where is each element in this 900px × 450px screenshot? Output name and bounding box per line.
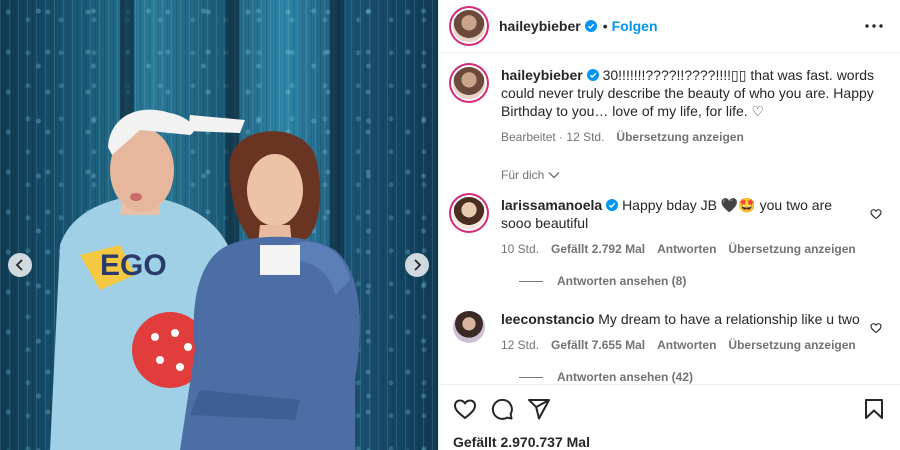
post-header: haileybieber • Folgen <box>439 0 900 53</box>
chevron-left-icon <box>15 259 23 271</box>
view-replies-label: Antworten ansehen (42) <box>557 370 694 384</box>
verified-icon <box>606 199 619 211</box>
media-prev-button[interactable] <box>8 253 32 277</box>
view-replies-button[interactable]: Antworten ansehen (8) <box>519 274 884 288</box>
comment-item: leeconstancio My dream to have a relatio… <box>453 310 884 354</box>
author-username[interactable]: haileybieber <box>499 18 581 34</box>
comments-section[interactable]: haileybieber 30!!!!!!!????!!????!!!!▯▯ t… <box>439 54 900 384</box>
comment-sort-dropdown[interactable]: Für dich <box>501 168 884 182</box>
author-avatar[interactable] <box>453 67 485 99</box>
chevron-right-icon <box>414 259 422 271</box>
bookmark-icon[interactable] <box>862 397 886 421</box>
like-heart-icon[interactable] <box>453 397 477 421</box>
post-media[interactable]: EGO <box>0 0 438 450</box>
comment-time[interactable]: 12 Std. <box>501 336 539 354</box>
comment-likes[interactable]: Gefällt 7.655 Mal <box>551 336 645 354</box>
chevron-down-icon <box>548 172 560 179</box>
photo-person-woman <box>180 131 360 450</box>
verified-icon <box>584 20 597 32</box>
caption-time[interactable]: 12 Std. <box>566 130 604 144</box>
caption-username[interactable]: haileybieber <box>501 67 583 83</box>
comment-like-icon[interactable] <box>870 322 882 334</box>
more-options-button[interactable] <box>862 14 886 38</box>
post-actions: Gefällt 2.970.737 Mal <box>439 384 900 450</box>
comment-time[interactable]: 10 Std. <box>501 240 539 258</box>
post-details-panel: haileybieber • Folgen haileybieber 30!!!… <box>438 0 900 450</box>
comment-text: My dream to have a relationship like u t… <box>598 311 860 327</box>
comment-icon[interactable] <box>490 397 514 421</box>
caption-meta-separator: · <box>559 130 564 144</box>
replies-divider <box>519 376 543 378</box>
comment-reply-button[interactable]: Antworten <box>657 336 716 354</box>
media-next-button[interactable] <box>405 253 429 277</box>
replies-divider <box>519 280 543 282</box>
comment-translate-link[interactable]: Übersetzung anzeigen <box>728 240 855 258</box>
header-separator: • <box>602 18 608 34</box>
caption: haileybieber 30!!!!!!!????!!????!!!!▯▯ t… <box>453 66 884 146</box>
share-icon[interactable] <box>527 397 551 421</box>
more-icon <box>865 24 883 28</box>
commenter-avatar[interactable] <box>453 197 485 229</box>
comment-username[interactable]: leeconstancio <box>501 311 594 327</box>
comment-reply-button[interactable]: Antworten <box>657 240 716 258</box>
comment-sort-label: Für dich <box>501 168 545 182</box>
caption-translate-link[interactable]: Übersetzung anzeigen <box>616 128 743 146</box>
comment-likes[interactable]: Gefällt 2.792 Mal <box>551 240 645 258</box>
post-likes-count[interactable]: Gefällt 2.970.737 Mal <box>453 434 886 450</box>
follow-button[interactable]: Folgen <box>612 18 658 34</box>
comment-username[interactable]: larissamanoela <box>501 197 602 213</box>
view-replies-button[interactable]: Antworten ansehen (42) <box>519 370 884 384</box>
comment-item: larissamanoela Happy bday JB 🖤🤩 you two … <box>453 196 884 258</box>
verified-icon <box>586 69 599 81</box>
comment-translate-link[interactable]: Übersetzung anzeigen <box>728 336 855 354</box>
commenter-avatar[interactable] <box>453 311 485 343</box>
view-replies-label: Antworten ansehen (8) <box>557 274 687 288</box>
caption-edited: Bearbeitet <box>501 130 556 144</box>
comment-like-icon[interactable] <box>870 208 882 220</box>
author-avatar[interactable] <box>453 10 485 42</box>
